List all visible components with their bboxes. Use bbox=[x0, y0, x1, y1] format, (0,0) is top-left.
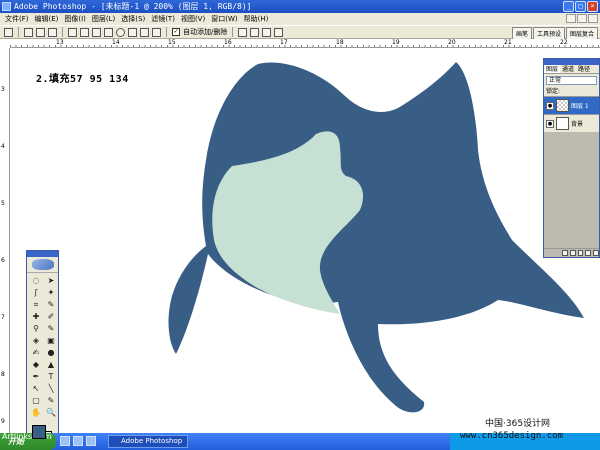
taskbar-photoshop-button[interactable]: Adobe Photoshop ... bbox=[108, 435, 188, 450]
slice-tool-icon[interactable]: ✎ bbox=[44, 299, 58, 310]
layers-palette-footer bbox=[544, 248, 599, 257]
blend-mode-select[interactable]: 正常 bbox=[546, 76, 597, 85]
line-tool-icon[interactable]: ╲ bbox=[44, 383, 58, 394]
history-brush-tool-icon[interactable]: ✎ bbox=[44, 323, 58, 334]
watermark-site-name: 中国·365设计网 bbox=[485, 419, 551, 429]
dolphin-illustration[interactable] bbox=[0, 0, 600, 450]
eraser-tool-icon[interactable]: ◈ bbox=[29, 335, 43, 346]
layers-palette[interactable]: 图层 通道 路径 正常 锁定: ● 图层 1 ● 背景 bbox=[543, 58, 600, 258]
photoshop-feather-logo[interactable] bbox=[27, 257, 58, 273]
zoom-tool-icon[interactable]: 🔍 bbox=[44, 407, 58, 418]
brush-tool-icon[interactable]: ✐ bbox=[44, 311, 58, 322]
tab-layers[interactable]: 图层 bbox=[544, 65, 561, 73]
layer-mask-icon[interactable] bbox=[577, 250, 584, 256]
path-selection-tool-icon[interactable]: ◆ bbox=[29, 359, 43, 370]
quick-launch-icon[interactable] bbox=[73, 436, 83, 446]
layer-name: 图层 1 bbox=[571, 103, 589, 110]
layer-name: 背景 bbox=[571, 121, 584, 128]
gradient-tool-icon[interactable]: ▣ bbox=[44, 335, 58, 346]
selection-arrow-tool-icon[interactable]: ↖ bbox=[29, 383, 43, 394]
notes-tool-icon[interactable]: ▢ bbox=[29, 395, 43, 406]
pen-tool-icon[interactable]: ✒ bbox=[29, 371, 43, 382]
eyedropper-tool-icon[interactable]: ✎ bbox=[44, 395, 58, 406]
tab-channels[interactable]: 通道 bbox=[560, 65, 576, 73]
toolbox[interactable]: ◌ ➤ ʃ ✦ ⌗ ✎ ✚ ✐ ⚲ ✎ ◈ ▣ ✍ ● ◆ ▲ ✒ T ↖ ╲ … bbox=[26, 250, 59, 445]
trash-icon[interactable] bbox=[593, 250, 599, 256]
tab-paths[interactable]: 路径 bbox=[576, 65, 592, 73]
layer-row-layer-1[interactable]: ● 图层 1 bbox=[544, 96, 599, 114]
blur-tool-icon[interactable]: ✍ bbox=[29, 347, 43, 358]
layer-style-icon[interactable] bbox=[569, 250, 576, 256]
layers-empty-area bbox=[544, 132, 599, 257]
lasso-tool-icon[interactable]: ʃ bbox=[29, 287, 43, 298]
marquee-tool-icon[interactable]: ◌ bbox=[29, 275, 43, 286]
layer-thumbnail bbox=[556, 99, 569, 112]
link-layers-icon[interactable] bbox=[562, 250, 568, 256]
new-layer-icon[interactable] bbox=[585, 250, 592, 256]
layer-row-background[interactable]: ● 背景 bbox=[544, 114, 599, 132]
crop-tool-icon[interactable]: ⌗ bbox=[29, 299, 43, 310]
move-tool-icon[interactable]: ➤ bbox=[44, 275, 58, 286]
quick-launch-icon[interactable] bbox=[60, 436, 70, 446]
step-instruction-text: 2.填充57 95 134 bbox=[36, 74, 129, 85]
feather-icon bbox=[31, 259, 54, 270]
layer-thumbnail bbox=[556, 117, 569, 130]
eye-icon[interactable]: ● bbox=[546, 101, 554, 110]
direct-selection-tool-icon[interactable]: ▲ bbox=[44, 359, 58, 370]
magic-wand-tool-icon[interactable]: ✦ bbox=[44, 287, 58, 298]
layers-palette-tabs: 图层 通道 路径 bbox=[544, 65, 599, 74]
quick-launch-icon[interactable] bbox=[86, 436, 96, 446]
clone-stamp-tool-icon[interactable]: ⚲ bbox=[29, 323, 43, 334]
foreground-color-swatch[interactable] bbox=[32, 425, 46, 439]
type-tool-icon[interactable]: T bbox=[44, 371, 58, 382]
dodge-tool-icon[interactable]: ● bbox=[44, 347, 58, 358]
quick-launch bbox=[60, 436, 96, 446]
hand-tool-icon[interactable]: ✋ bbox=[29, 407, 43, 418]
lock-label: 锁定: bbox=[546, 88, 561, 95]
watermark-url: www.cn365design.com bbox=[460, 431, 563, 441]
eye-icon[interactable]: ● bbox=[546, 119, 554, 128]
healing-brush-tool-icon[interactable]: ✚ bbox=[29, 311, 43, 322]
tool-grid: ◌ ➤ ʃ ✦ ⌗ ✎ ✚ ✐ ⚲ ✎ ◈ ▣ ✍ ● ◆ ▲ ✒ T ↖ ╲ … bbox=[27, 273, 58, 420]
